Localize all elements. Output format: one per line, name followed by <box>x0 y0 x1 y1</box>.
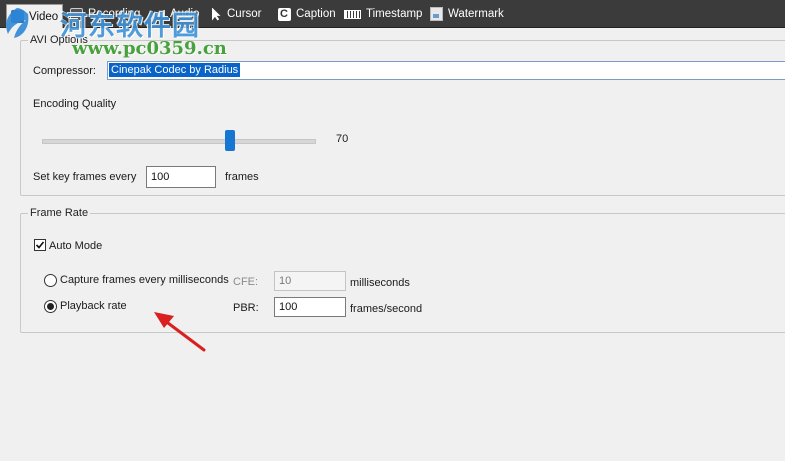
playback-rate-radio[interactable] <box>44 300 57 313</box>
frame-rate-title: Frame Rate <box>28 207 91 219</box>
quality-slider-thumb[interactable] <box>225 130 235 151</box>
keyframes-unit: frames <box>225 171 259 183</box>
tab-label: Video <box>29 10 59 23</box>
tab-watermark[interactable]: Watermark <box>426 3 508 25</box>
tab-label: Timestamp <box>366 8 423 20</box>
tab-cursor[interactable]: Cursor <box>208 3 266 25</box>
pbr-input[interactable]: 100 <box>274 297 346 317</box>
tab-caption[interactable]: Caption <box>274 3 340 25</box>
keyframes-label: Set key frames every <box>33 171 137 183</box>
auto-mode-label: Auto Mode <box>49 240 103 252</box>
tab-timestamp[interactable]: Timestamp <box>340 3 426 25</box>
annotation-arrow-icon <box>154 312 206 352</box>
tab-label: Watermark <box>448 8 504 20</box>
cfe-unit: milliseconds <box>350 277 410 289</box>
watermark-url: www.pc0359.cn <box>72 38 227 59</box>
watermark-icon <box>430 7 443 21</box>
capture-frames-label: Capture frames every milliseconds <box>60 274 229 286</box>
cfe-input[interactable]: 10 <box>274 271 346 291</box>
compressor-label: Compressor: <box>33 65 96 77</box>
capture-frames-radio[interactable] <box>44 274 57 287</box>
tab-label: Cursor <box>227 8 262 20</box>
ruler-icon <box>344 9 361 19</box>
auto-mode-checkbox[interactable] <box>34 239 46 251</box>
pbr-label: PBR: <box>233 302 259 314</box>
playback-rate-label: Playback rate <box>60 300 127 312</box>
frame-rate-group <box>20 213 785 333</box>
compressor-select[interactable]: Cinepak Codec by Radius <box>107 61 785 80</box>
keyframes-input[interactable]: 100 <box>146 166 216 188</box>
tab-label: Caption <box>296 8 336 20</box>
caption-icon <box>278 3 291 25</box>
quality-slider-track[interactable] <box>42 139 316 144</box>
site-logo-icon <box>6 8 29 38</box>
encoding-quality-label: Encoding Quality <box>33 98 117 110</box>
pbr-unit: frames/second <box>350 303 423 315</box>
compressor-value: Cinepak Codec by Radius <box>109 63 241 77</box>
cursor-icon <box>212 7 221 21</box>
quality-value: 70 <box>336 133 349 145</box>
cfe-label: CFE: <box>233 276 259 288</box>
